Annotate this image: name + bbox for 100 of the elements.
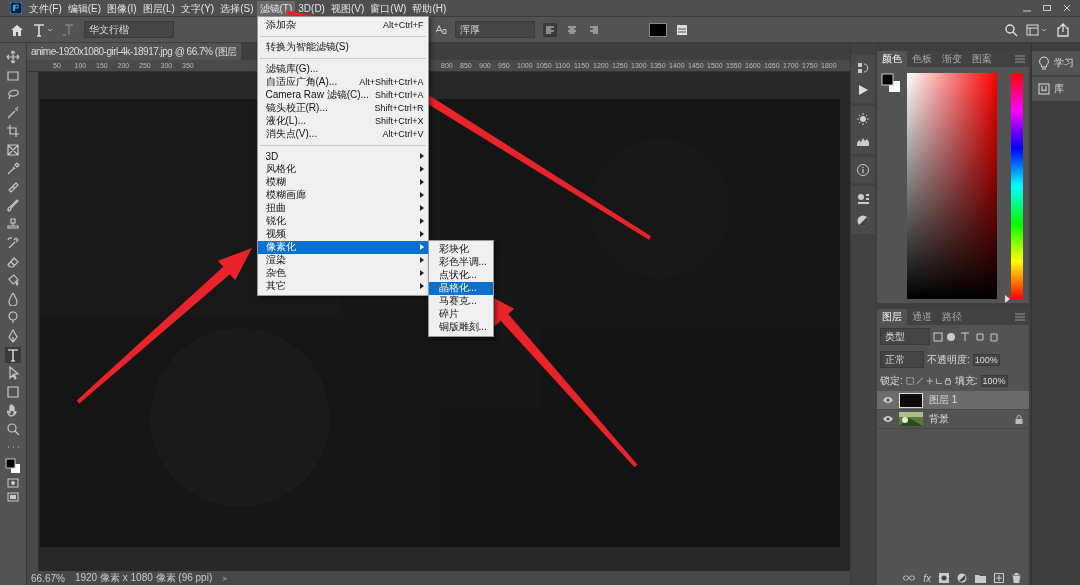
document-tab[interactable]: anime-1920x1080-girl-4k-18917.jpg @ 66.7% (图层 — [27, 43, 241, 60]
warp-text-icon[interactable] — [675, 22, 689, 37]
menu-item[interactable]: 帮助(H) — [409, 0, 450, 16]
layer-row[interactable]: 背景 — [877, 410, 1029, 429]
menu-item[interactable]: 杂色 — [257, 266, 428, 280]
menu-item[interactable]: 其它 — [257, 279, 428, 293]
menu-item[interactable]: 自适应广角(A)... Alt+Shift+Ctrl+A — [257, 75, 428, 89]
layer-style-button[interactable]: fx — [923, 572, 931, 584]
menu-item[interactable]: 扭曲 — [257, 201, 428, 215]
menu-item[interactable]: 铜版雕刻... — [428, 320, 493, 334]
eyedropper-tool-icon[interactable] — [5, 160, 21, 177]
menu-item[interactable]: 编辑(E) — [64, 0, 105, 16]
screen-mode-icon[interactable] — [7, 491, 19, 504]
trash-icon[interactable] — [1012, 573, 1021, 583]
new-layer-icon[interactable] — [994, 573, 1004, 583]
panel-tab[interactable]: 颜色 — [877, 51, 907, 67]
panel-tab[interactable]: 渐变 — [937, 51, 967, 67]
fill-field[interactable]: 100% — [980, 375, 1008, 387]
menu-item[interactable]: 液化(L)... Shift+Ctrl+X — [257, 114, 428, 128]
menu-item[interactable]: 滤镜库(G)... — [257, 62, 428, 76]
menu-item[interactable]: 模糊 — [257, 175, 428, 189]
panel-tab[interactable]: 通道 — [907, 309, 937, 325]
menu-item[interactable]: 马赛克... — [428, 294, 493, 308]
panel-tab[interactable]: 图层 — [877, 309, 907, 325]
lock-options-icons[interactable] — [905, 376, 952, 386]
folder-icon[interactable] — [975, 573, 986, 583]
maximize-icon[interactable] — [1042, 3, 1052, 13]
info-icon[interactable] — [856, 163, 870, 177]
menu-item[interactable]: 点状化... — [428, 268, 493, 282]
color-swatches-icon[interactable] — [5, 458, 21, 475]
align-left-icon[interactable] — [543, 22, 557, 37]
panel-tab[interactable]: 图案 — [967, 51, 997, 67]
menu-item[interactable]: 锐化 — [257, 214, 428, 228]
properties-icon[interactable] — [856, 192, 870, 206]
status-menu-button[interactable]: > — [222, 573, 227, 583]
move-tool-icon[interactable] — [5, 49, 21, 65]
brush-tool-icon[interactable] — [5, 197, 21, 214]
home-icon[interactable] — [10, 22, 24, 37]
search-icon[interactable] — [1004, 22, 1018, 37]
menu-item[interactable]: 彩色半调... — [428, 255, 493, 269]
menu-item[interactable]: 添加杂 Alt+Ctrl+F — [257, 18, 428, 32]
share-icon[interactable] — [1056, 22, 1070, 37]
type-tool-icon[interactable] — [5, 346, 21, 363]
eye-icon[interactable] — [883, 415, 893, 423]
type-tool-icon[interactable] — [32, 22, 54, 37]
anti-alias-dropdown[interactable]: 浑厚 — [455, 21, 535, 38]
shape-tool-icon[interactable] — [5, 383, 21, 400]
menu-item[interactable]: 3D(D) — [295, 0, 328, 16]
color-field[interactable] — [907, 73, 997, 299]
menu-item[interactable]: 渲染 — [257, 253, 428, 267]
zoom-tool-icon[interactable] — [5, 420, 21, 437]
menu-item[interactable]: 镜头校正(R)... Shift+Ctrl+R — [257, 101, 428, 115]
dodge-tool-icon[interactable] — [5, 309, 21, 326]
menu-item[interactable]: 文件(F) — [26, 0, 65, 16]
drop-tool-icon[interactable] — [5, 290, 21, 307]
menu-item[interactable]: 选择(S) — [217, 0, 257, 16]
menu-item[interactable]: 风格化 — [257, 162, 428, 176]
mask-icon[interactable] — [939, 573, 949, 583]
history-tool-icon[interactable] — [5, 234, 21, 251]
menu-item[interactable]: 碎片 — [428, 307, 493, 321]
menu-item[interactable]: 视频 — [257, 227, 428, 241]
menu-item[interactable]: 转换为智能滤镜(S) — [257, 40, 428, 54]
menu-item[interactable]: 晶格化... — [428, 281, 493, 295]
menu-item[interactable]: 视图(V) — [327, 0, 368, 16]
link-icon[interactable] — [903, 574, 916, 582]
menu-item[interactable]: 3D — [257, 149, 428, 163]
history-icon[interactable] — [856, 61, 870, 75]
panel-tab[interactable]: 色板 — [907, 51, 937, 67]
adjustment-layer-icon[interactable] — [957, 573, 967, 583]
color-swatches-icon[interactable] — [881, 73, 901, 93]
menu-item[interactable]: 彩块化 — [428, 242, 493, 256]
menu-item[interactable]: 文字(Y) — [177, 0, 218, 16]
wand-tool-icon[interactable] — [5, 104, 21, 121]
menu-item[interactable]: 窗口(W) — [367, 0, 410, 16]
hue-slider-thumb[interactable] — [1005, 295, 1010, 303]
sun-icon[interactable] — [856, 112, 870, 126]
menu-item[interactable]: Camera Raw 滤镜(C)... Shift+Ctrl+A — [257, 88, 428, 102]
blend-mode-dropdown[interactable]: 正常 — [880, 351, 924, 368]
panel-button[interactable]: 库 — [1032, 77, 1080, 101]
close-icon[interactable] — [1062, 3, 1072, 13]
text-color-swatch[interactable] — [649, 22, 667, 37]
adjustments-icon[interactable] — [856, 214, 870, 228]
lock-label: 锁定: — [880, 374, 903, 388]
menu-item[interactable]: 消失点(V)... Alt+Ctrl+V — [257, 127, 428, 141]
panel-tab[interactable]: 路径 — [937, 309, 967, 325]
menu-item[interactable]: 图层(L) — [139, 0, 178, 16]
play-icon[interactable] — [856, 83, 870, 97]
opacity-field[interactable]: 100% — [972, 353, 1000, 366]
menu-item[interactable]: 图像(I) — [104, 0, 140, 16]
crop-tool-icon[interactable] — [5, 123, 21, 140]
layer-filter-dropdown[interactable]: 类型 — [880, 328, 930, 345]
workspace-icon[interactable] — [1026, 22, 1048, 37]
quick-mask-icon[interactable] — [7, 476, 19, 489]
eye-icon[interactable] — [883, 396, 893, 404]
menu-item[interactable]: 模糊画廊 — [257, 188, 428, 202]
font-family-dropdown[interactable]: 华文行楷 — [84, 21, 174, 38]
frame-tool-icon[interactable] — [5, 141, 21, 158]
menu-item[interactable]: 像素化 — [257, 240, 428, 254]
panel-button[interactable]: 学习 — [1032, 51, 1080, 75]
layer-row[interactable]: 图层 1 — [877, 391, 1029, 410]
